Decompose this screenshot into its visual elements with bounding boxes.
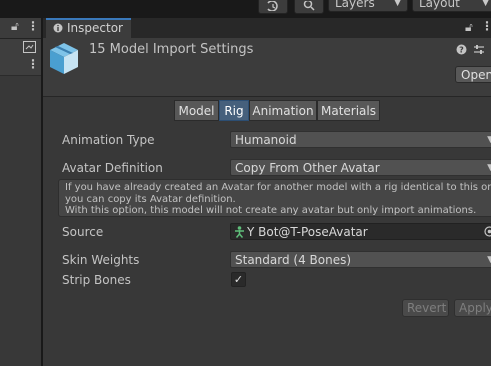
chevron-down-icon: ▼ xyxy=(487,135,491,145)
more-options-icon[interactable]: ⋮ xyxy=(481,19,491,33)
help-text-line: you can copy its Avatar definition. xyxy=(65,193,236,205)
source-label: Source xyxy=(62,225,104,239)
source-value: Y Bot@T-PoseAvatar xyxy=(247,225,368,239)
history-icon xyxy=(267,1,278,11)
checkmark-icon: ✓ xyxy=(233,273,244,286)
apply-button[interactable]: Apply xyxy=(454,299,491,317)
chevron-down-icon: ▼ xyxy=(487,255,491,265)
left-panel-header: 🔓︎ ⋮ xyxy=(0,18,41,39)
info-icon xyxy=(53,23,63,33)
lock-icon[interactable]: 🔓︎ xyxy=(11,19,19,34)
inspector-tab-label: Inspector xyxy=(67,21,123,35)
help-text-line: If you have already created an Avatar fo… xyxy=(65,182,491,193)
search-button[interactable] xyxy=(294,0,324,14)
chevron-down-icon: ▼ xyxy=(394,0,401,8)
animation-type-label: Animation Type xyxy=(62,133,155,147)
left-panel-row[interactable]: ⋮ xyxy=(0,57,41,76)
layers-dropdown[interactable]: Layers ▼ xyxy=(328,0,408,12)
avatar-definition-label: Avatar Definition xyxy=(62,161,163,175)
avatar-icon xyxy=(235,226,244,238)
tab-materials[interactable]: Materials xyxy=(317,100,380,121)
object-picker-icon[interactable] xyxy=(484,226,491,237)
skin-weights-label: Skin Weights xyxy=(62,253,140,267)
model-asset-icon xyxy=(50,43,78,74)
tab-model[interactable]: Model xyxy=(174,100,219,121)
more-options-icon[interactable]: ⋮ xyxy=(27,57,39,71)
more-options-icon[interactable]: ⋮ xyxy=(27,19,39,33)
avatar-definition-dropdown[interactable]: Copy From Other Avatar ▼ xyxy=(230,159,491,176)
help-box: If you have already created an Avatar fo… xyxy=(58,179,491,217)
tab-animation[interactable]: Animation xyxy=(249,100,317,121)
animation-type-value: Humanoid xyxy=(235,133,297,147)
strip-bones-label: Strip Bones xyxy=(62,273,131,287)
chevron-down-icon: ▼ xyxy=(487,163,491,173)
open-button[interactable]: Open xyxy=(455,66,491,83)
layout-toggle-icon[interactable] xyxy=(23,41,36,53)
strip-bones-checkbox[interactable]: ✓ xyxy=(231,272,246,287)
skin-weights-value: Standard (4 Bones) xyxy=(235,253,352,267)
svg-text:?: ? xyxy=(459,46,464,55)
source-object-field[interactable]: Y Bot@T-PoseAvatar xyxy=(230,223,491,240)
skin-weights-dropdown[interactable]: Standard (4 Bones) ▼ xyxy=(230,251,491,268)
left-panel-row[interactable] xyxy=(0,39,41,58)
help-text-line: With this option, this model will not cr… xyxy=(65,205,477,216)
revert-button[interactable]: Revert xyxy=(402,299,449,317)
layers-label: Layers xyxy=(335,0,375,10)
inspector-title: 15 Model Import Settings xyxy=(89,42,254,57)
lock-icon[interactable]: 🔓︎ xyxy=(465,20,473,35)
tab-rig[interactable]: Rig xyxy=(219,100,249,121)
avatar-definition-value: Copy From Other Avatar xyxy=(235,161,380,175)
search-icon xyxy=(303,1,315,11)
help-icon[interactable]: ? xyxy=(456,44,467,55)
layout-dropdown[interactable]: Layout ▼ xyxy=(412,0,491,12)
layout-label: Layout xyxy=(419,0,460,10)
preset-icon[interactable] xyxy=(473,44,485,55)
animation-type-dropdown[interactable]: Humanoid ▼ xyxy=(230,131,491,148)
history-button[interactable] xyxy=(258,0,288,14)
chevron-down-icon: ▼ xyxy=(482,0,489,8)
